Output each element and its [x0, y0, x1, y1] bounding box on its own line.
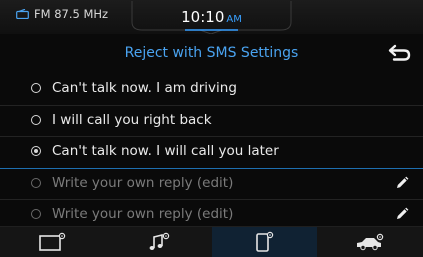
- message-label: Write your own reply (edit): [52, 174, 234, 191]
- message-option-2[interactable]: I will call you right back: [0, 106, 423, 137]
- status-bar: FM 87.5 MHz 10:10 AM: [0, 0, 423, 34]
- edit-pencil-icon[interactable]: [395, 207, 409, 221]
- display-settings-icon: [39, 232, 66, 251]
- clock-time: 10:10: [181, 8, 225, 26]
- clock-ampm: AM: [226, 14, 242, 25]
- back-icon[interactable]: [388, 42, 412, 64]
- car-settings-icon: [357, 233, 384, 251]
- message-option-3[interactable]: Can't talk now. I will call you later: [0, 137, 423, 169]
- radio-button[interactable]: [31, 83, 41, 93]
- message-option-1[interactable]: Can't talk now. I am driving: [0, 74, 423, 106]
- message-list: Can't talk now. I am driving I will call…: [0, 74, 423, 232]
- radio-icon: [16, 9, 29, 19]
- bottom-tab-bar: [0, 226, 423, 257]
- screen: FM 87.5 MHz 10:10 AM Reject with SMS Sett…: [0, 0, 423, 257]
- radio-button[interactable]: [31, 114, 41, 125]
- phone-settings-icon: [256, 231, 274, 252]
- radio-button-selected[interactable]: [31, 146, 41, 156]
- audio-source: FM 87.5 MHz: [16, 7, 108, 21]
- music-settings-icon: [149, 232, 169, 250]
- radio-button[interactable]: [31, 177, 41, 188]
- message-label: Can't talk now. I will call you later: [52, 143, 279, 159]
- message-option-custom-1[interactable]: Write your own reply (edit): [0, 169, 423, 200]
- message-label: Can't talk now. I am driving: [52, 80, 237, 96]
- edit-pencil-icon[interactable]: [395, 176, 409, 190]
- audio-source-label: FM 87.5 MHz: [34, 7, 109, 21]
- tab-car-settings[interactable]: [317, 227, 423, 257]
- radio-button[interactable]: [31, 209, 41, 219]
- tab-music-settings[interactable]: [106, 227, 212, 257]
- clock: 10:10 AM: [130, 0, 293, 34]
- tab-display-settings[interactable]: [0, 227, 106, 257]
- header: Reject with SMS Settings: [0, 34, 423, 72]
- message-label: I will call you right back: [52, 111, 212, 128]
- page-title: Reject with SMS Settings: [124, 45, 299, 61]
- message-label: Write your own reply (edit): [52, 206, 234, 222]
- tab-phone-settings[interactable]: [211, 227, 318, 257]
